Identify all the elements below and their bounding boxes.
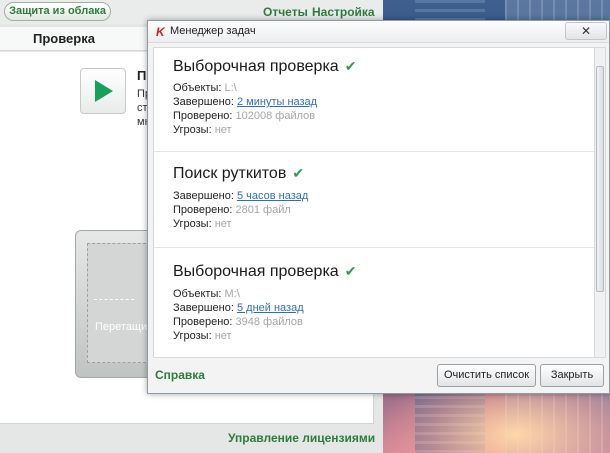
task-row: Объекты: M:\: [173, 288, 240, 300]
task-title-row: Выборочная проверка ✔: [173, 263, 356, 281]
task-item: Выборочная проверка ✔ Объекты: M:\ Заверш…: [154, 248, 594, 357]
task-row: Завершено: 5 дней назад: [173, 302, 304, 314]
task-title: Поиск руткитов: [173, 165, 287, 182]
run-scan-button[interactable]: [80, 68, 126, 114]
drop-zone[interactable]: Перетащите: [75, 230, 156, 378]
help-link[interactable]: Справка: [155, 368, 205, 382]
task-title-row: Поиск руткитов ✔: [173, 165, 304, 183]
task-row: Угрозы: нет: [173, 124, 232, 136]
task-row: Угрозы: нет: [173, 330, 232, 342]
clear-list-button[interactable]: Очистить список: [437, 364, 536, 387]
row-value: нет: [214, 124, 232, 136]
close-button[interactable]: Закрыть: [540, 364, 604, 387]
check-icon: ✔: [292, 165, 305, 181]
dialog-titlebar[interactable]: K Менеджер задач ✕: [148, 21, 609, 43]
completed-link[interactable]: 2 минуты назад: [237, 96, 317, 108]
row-label: Угрозы:: [173, 124, 212, 136]
completed-link[interactable]: 5 часов назад: [237, 190, 308, 202]
task-row: Завершено: 2 минуты назад: [173, 96, 317, 108]
scrollbar-thumb[interactable]: [596, 66, 604, 292]
task-row: Объекты: L:\: [173, 82, 237, 94]
task-title: Выборочная проверка: [173, 58, 339, 75]
task-row: Проверено: 102008 файлов: [173, 110, 315, 122]
row-value: M:\: [224, 288, 240, 300]
task-list-scrollbar[interactable]: [595, 47, 606, 358]
row-label: Объекты:: [173, 288, 222, 300]
task-row: Угрозы: нет: [173, 218, 232, 230]
license-management-link[interactable]: Управление лицензиями: [228, 431, 375, 445]
check-icon: ✔: [344, 58, 357, 74]
row-value: нет: [214, 218, 232, 230]
row-label: Угрозы:: [173, 330, 212, 342]
task-manager-dialog: K Менеджер задач ✕ Выборочная проверка ✔ …: [147, 20, 610, 394]
close-icon[interactable]: ✕: [565, 22, 607, 40]
play-icon: [95, 80, 113, 102]
row-label: Проверено:: [173, 316, 233, 328]
row-label: Проверено:: [173, 204, 233, 216]
task-title: Выборочная проверка: [173, 263, 339, 280]
cloud-protection-button[interactable]: Защита из облака: [4, 2, 111, 21]
row-label: Угрозы:: [173, 218, 212, 230]
reports-link[interactable]: Отчеты: [263, 5, 308, 19]
row-value: 102008 файлов: [235, 110, 316, 122]
row-label: Завершено:: [173, 96, 234, 108]
task-row: Завершено: 5 часов назад: [173, 190, 308, 202]
completed-link[interactable]: 5 дней назад: [237, 302, 304, 314]
row-value: 2801 файл: [235, 204, 291, 216]
task-title-row: Выборочная проверка ✔: [173, 58, 356, 76]
row-value: 3948 файлов: [235, 316, 303, 328]
row-value: L:\: [224, 82, 237, 94]
drop-zone-inner: [87, 243, 156, 363]
dialog-title: Менеджер задач: [170, 25, 256, 37]
check-icon: ✔: [344, 263, 357, 279]
kaspersky-logo-icon: K: [156, 25, 165, 39]
settings-link[interactable]: Настройка: [312, 5, 375, 19]
row-label: Завершено:: [173, 302, 234, 314]
scan-block-line: ст: [137, 102, 148, 114]
task-item: Поиск руткитов ✔ Завершено: 5 часов назад…: [154, 152, 594, 248]
row-label: Объекты:: [173, 82, 222, 94]
row-label: Завершено:: [173, 190, 234, 202]
task-row: Проверено: 2801 файл: [173, 204, 291, 216]
row-label: Проверено:: [173, 110, 233, 122]
task-list: Выборочная проверка ✔ Объекты: L:\ Заверш…: [153, 47, 595, 358]
task-item: Выборочная проверка ✔ Объекты: L:\ Заверш…: [154, 48, 594, 152]
task-row: Проверено: 3948 файлов: [173, 316, 303, 328]
row-value: нет: [214, 330, 232, 342]
section-title: Проверка: [33, 31, 95, 46]
drop-zone-divider: [94, 299, 134, 300]
